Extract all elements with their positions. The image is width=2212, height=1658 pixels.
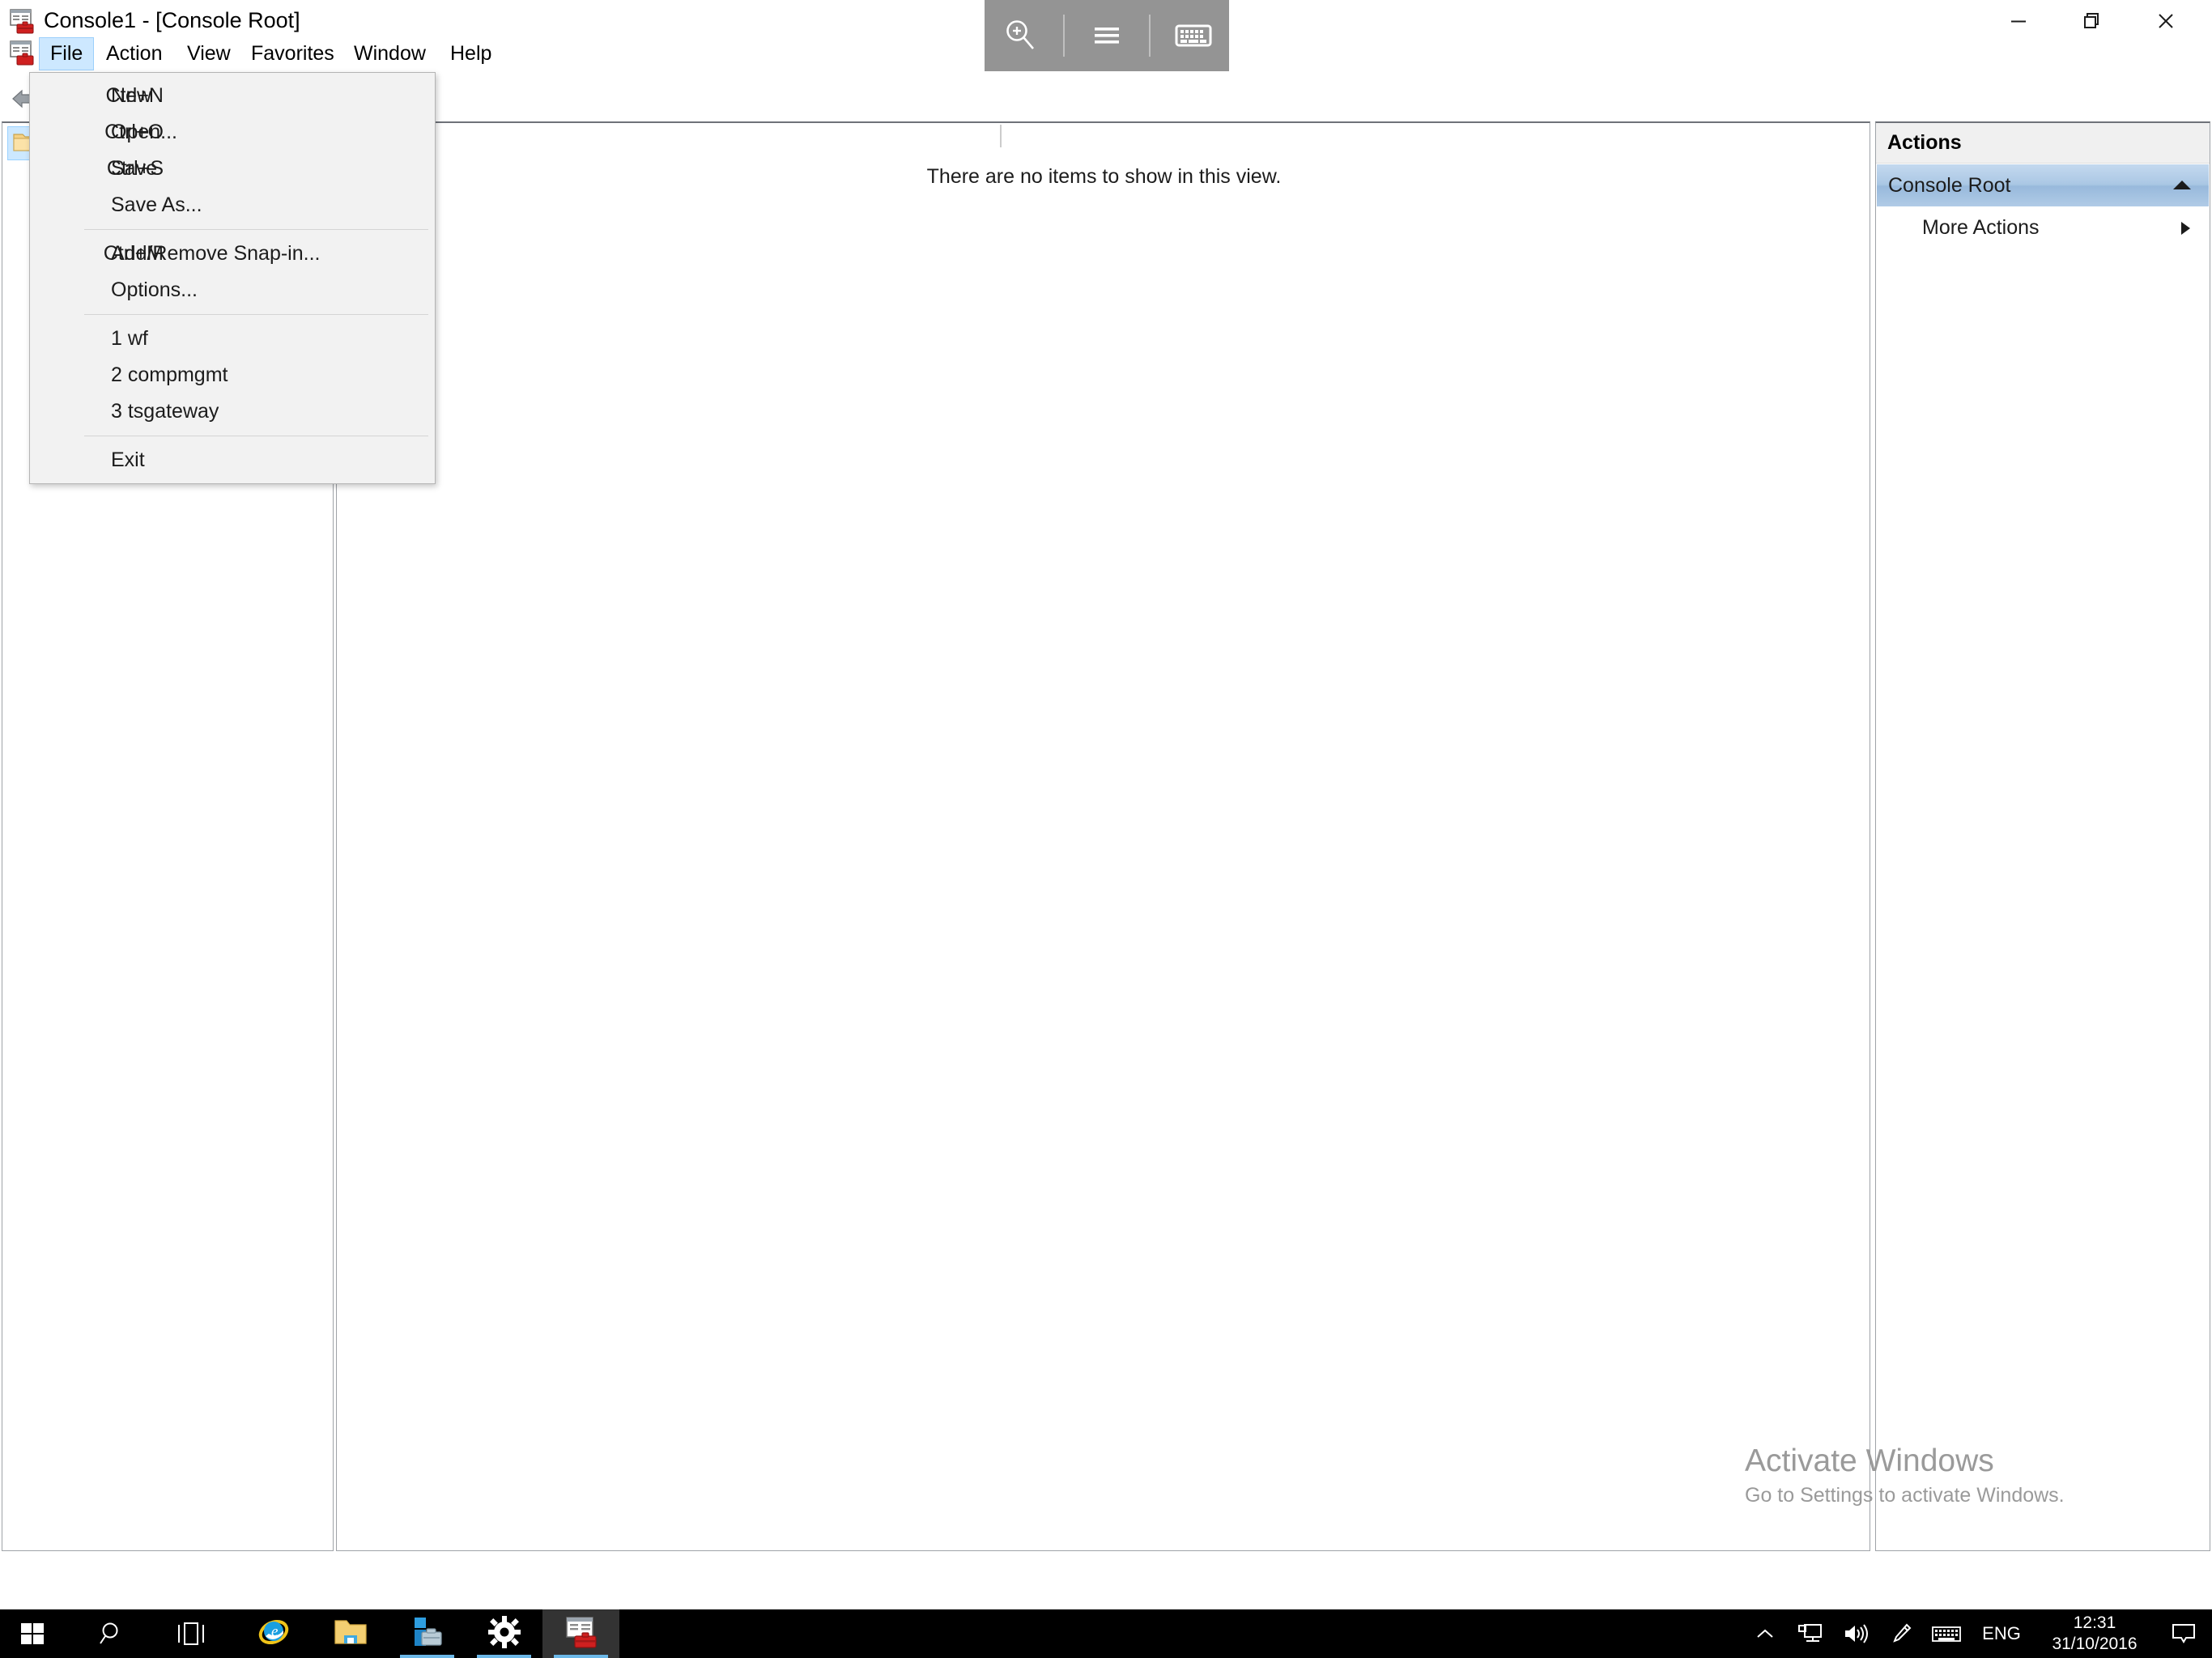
menu-item-recent-1[interactable]: 1 wf bbox=[30, 321, 435, 357]
mmc-console-icon bbox=[8, 7, 36, 35]
internet-explorer-icon: e bbox=[256, 1614, 291, 1654]
menu-item-new[interactable]: New Ctrl+N bbox=[30, 78, 435, 114]
menu-item-label: Save As... bbox=[111, 193, 202, 216]
toolbar-divider bbox=[1149, 15, 1151, 57]
menu-item-recent-3[interactable]: 3 tsgateway bbox=[30, 393, 435, 430]
taskbar-app-file-explorer[interactable] bbox=[312, 1609, 389, 1658]
menu-item-recent-2[interactable]: 2 compmgmt bbox=[30, 357, 435, 393]
touch-keyboard-icon[interactable] bbox=[1924, 1609, 1969, 1658]
search-icon[interactable] bbox=[79, 1609, 144, 1658]
server-manager-icon bbox=[409, 1614, 446, 1654]
menu-item-label: 3 tsgateway bbox=[111, 400, 219, 423]
tray-time: 12:31 bbox=[2073, 1613, 2116, 1632]
actions-group-label: Console Root bbox=[1888, 173, 2011, 197]
toolbar-divider bbox=[1062, 15, 1065, 57]
actions-pane-title: Actions bbox=[1887, 131, 1962, 154]
taskbar-app-server-manager[interactable] bbox=[389, 1609, 466, 1658]
tray-clock[interactable]: 12:31 31/10/2016 bbox=[2034, 1609, 2155, 1658]
menu-item-save[interactable]: Save Ctrl+S bbox=[30, 151, 435, 187]
actions-pane: Actions Console Root More Actions bbox=[1875, 121, 2210, 1551]
menu-item-options[interactable]: Options... bbox=[30, 272, 435, 308]
chevron-right-icon bbox=[2178, 219, 2193, 241]
svg-text:e: e bbox=[271, 1623, 278, 1640]
menu-help[interactable]: Help bbox=[440, 37, 502, 70]
file-explorer-icon bbox=[333, 1616, 368, 1652]
hamburger-menu-icon[interactable] bbox=[1078, 6, 1136, 65]
taskbar-app-settings[interactable] bbox=[466, 1609, 542, 1658]
menu-file[interactable]: File bbox=[39, 37, 95, 70]
menu-item-open[interactable]: Open... Ctrl+O bbox=[30, 114, 435, 151]
action-center-icon[interactable] bbox=[2155, 1609, 2212, 1658]
menu-item-save-as[interactable]: Save As... bbox=[30, 187, 435, 223]
menu-item-shortcut: Ctrl+M bbox=[103, 242, 164, 265]
menu-item-label: 1 wf bbox=[111, 327, 148, 350]
accessibility-toolbar bbox=[985, 0, 1229, 71]
system-tray: ENG 12:31 31/10/2016 bbox=[1742, 1609, 2212, 1658]
menu-action[interactable]: Action bbox=[96, 37, 172, 70]
task-view-icon[interactable] bbox=[159, 1609, 223, 1658]
actions-pane-header: Actions bbox=[1876, 123, 2210, 164]
chevron-up-icon[interactable] bbox=[2172, 177, 2193, 196]
mmc-console-icon bbox=[564, 1614, 599, 1654]
volume-icon[interactable] bbox=[1833, 1609, 1878, 1658]
menu-view[interactable]: View bbox=[177, 37, 241, 70]
menu-item-shortcut: Ctrl+S bbox=[106, 157, 164, 180]
menu-window[interactable]: Window bbox=[343, 37, 436, 70]
menu-item-label: 2 compmgmt bbox=[111, 363, 228, 386]
tray-date: 31/10/2016 bbox=[2052, 1635, 2138, 1653]
magnifier-plus-icon[interactable] bbox=[991, 6, 1049, 65]
console-result-pane[interactable]: There are no items to show in this view. bbox=[336, 121, 1870, 1551]
taskbar-app-internet-explorer[interactable]: e bbox=[235, 1609, 312, 1658]
windows-taskbar: e ENG 12:31 31/10/2016 bbox=[0, 1609, 2212, 1658]
chevron-up-icon[interactable] bbox=[1742, 1609, 1788, 1658]
menu-item-shortcut: Ctrl+O bbox=[104, 121, 164, 143]
action-item-more-actions[interactable]: More Actions bbox=[1877, 207, 2209, 248]
mmc-document-icon bbox=[8, 39, 36, 66]
menu-item-shortcut: Ctrl+N bbox=[105, 84, 164, 107]
tray-language-indicator[interactable]: ENG bbox=[1969, 1609, 2034, 1658]
menu-favorites[interactable]: Favorites bbox=[240, 37, 345, 70]
menu-item-label: Exit bbox=[111, 449, 145, 471]
window-title: Console1 - [Console Root] bbox=[44, 8, 300, 32]
menu-item-label: Options... bbox=[111, 278, 198, 301]
menu-item-exit[interactable]: Exit bbox=[30, 442, 435, 478]
taskbar-app-mmc-console[interactable] bbox=[542, 1609, 619, 1658]
windows-start-icon[interactable] bbox=[0, 1609, 65, 1658]
actions-group-console-root[interactable]: Console Root bbox=[1877, 164, 2209, 206]
column-divider[interactable] bbox=[1000, 125, 1002, 147]
empty-view-message: There are no items to show in this view. bbox=[926, 165, 1282, 188]
gear-icon bbox=[487, 1615, 521, 1653]
action-item-label: More Actions bbox=[1922, 215, 2040, 239]
file-menu-dropdown[interactable]: New Ctrl+N Open... Ctrl+O Save Ctrl+S Sa… bbox=[29, 72, 436, 484]
menu-item-add-remove-snapin[interactable]: Add/Remove Snap-in... Ctrl+M bbox=[30, 236, 435, 272]
menu-separator bbox=[36, 314, 428, 315]
desktop-screen: Console1 - [Console Root] File Action Vi… bbox=[0, 0, 2212, 1658]
menu-separator bbox=[36, 229, 428, 230]
on-screen-keyboard-icon[interactable] bbox=[1164, 6, 1223, 65]
network-icon[interactable] bbox=[1788, 1609, 1833, 1658]
pen-icon[interactable] bbox=[1878, 1609, 1924, 1658]
